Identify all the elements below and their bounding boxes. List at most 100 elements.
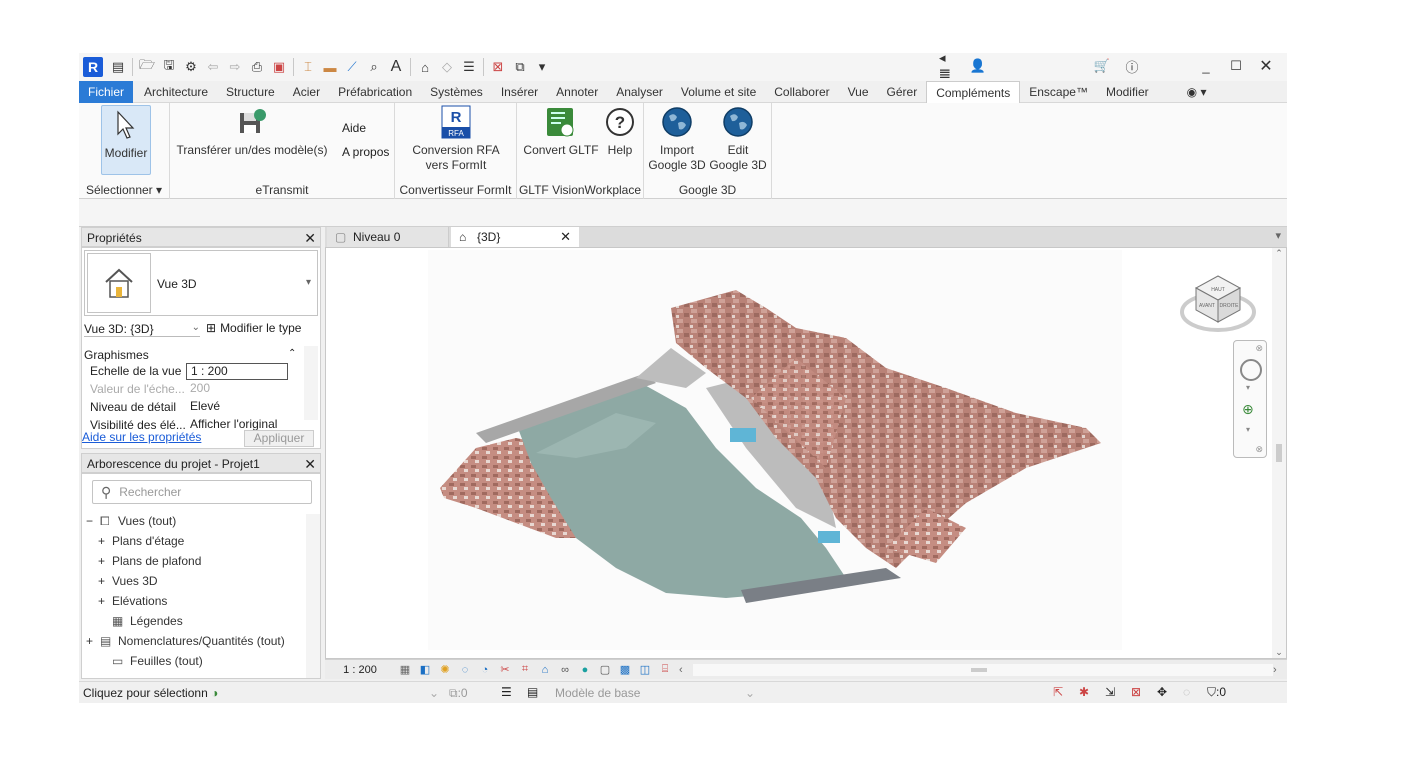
measure-icon[interactable]: ▬: [321, 58, 339, 76]
property-value[interactable]: Elevé: [186, 399, 288, 416]
crop-region-icon[interactable]: ⌗: [517, 663, 533, 677]
minimize-icon[interactable]: _: [1197, 57, 1215, 75]
browser-item[interactable]: + Plans d'étage: [98, 534, 184, 548]
close-tab-icon[interactable]: ✕: [560, 227, 571, 247]
scroll-right-icon[interactable]: ›: [1273, 664, 1287, 676]
ribbon-display-toggle-icon[interactable]: ◉ ▾: [1178, 81, 1216, 103]
visual-style-icon[interactable]: ◧: [417, 663, 433, 677]
filter-icon[interactable]: ⛉:0: [1207, 685, 1226, 700]
close-icon[interactable]: ✕: [1257, 57, 1275, 75]
crop-view-icon[interactable]: ✂: [497, 663, 513, 677]
undo-icon[interactable]: ⇦: [204, 58, 222, 76]
property-value[interactable]: 1 : 200: [186, 363, 288, 380]
view-selector-dropdown[interactable]: Vue 3D: {3D} ⌄: [84, 322, 200, 337]
tab-12[interactable]: Gérer: [878, 81, 927, 103]
tab-14[interactable]: Enscape™: [1020, 81, 1097, 103]
switch-windows-icon[interactable]: ⧉: [511, 58, 529, 76]
tab-10[interactable]: Collaborer: [765, 81, 838, 103]
model-icon[interactable]: ▤: [527, 685, 538, 699]
tab-7[interactable]: Annoter: [547, 81, 607, 103]
browser-item[interactable]: ▦ Légendes: [98, 614, 183, 628]
lock-view-icon[interactable]: ⌂: [537, 663, 553, 677]
expand-icon[interactable]: +: [86, 634, 100, 648]
tab-menu-icon[interactable]: ▾: [1275, 229, 1281, 242]
print-icon[interactable]: ⎙: [248, 58, 266, 76]
temp-hide-icon[interactable]: ∞: [557, 663, 573, 677]
render-icon[interactable]: ◔: [477, 663, 493, 677]
user-icon[interactable]: 👤: [969, 57, 987, 75]
expand-icon[interactable]: +: [98, 594, 112, 608]
view-vertical-scrollbar[interactable]: ⌃ ⌄: [1272, 248, 1286, 658]
chevron-down-icon[interactable]: ▾: [1246, 383, 1250, 392]
tab-8[interactable]: Analyser: [607, 81, 672, 103]
collapse-icon[interactable]: −: [86, 514, 100, 528]
file-icon[interactable]: ▤: [109, 58, 127, 76]
chevron-down-icon-2[interactable]: ▾: [1246, 425, 1250, 434]
apply-button[interactable]: Appliquer: [244, 430, 314, 447]
thin-lines-icon[interactable]: ☰: [460, 58, 478, 76]
close-navbar-icon[interactable]: ⊗: [1255, 343, 1263, 354]
close-properties-icon[interactable]: ✕: [304, 228, 316, 248]
convert-gltf-button[interactable]: Convert GLTF: [523, 105, 599, 158]
zoom-icon[interactable]: ⊕: [1242, 401, 1254, 418]
browser-item[interactable]: ▭ Feuilles (tout): [98, 654, 203, 668]
transferer-button[interactable]: Transférer un/des modèle(s): [176, 105, 328, 158]
browser-search-input[interactable]: ⚲ Rechercher: [92, 480, 312, 504]
reveal-hidden-icon[interactable]: ●: [577, 663, 593, 677]
3d-view-icon[interactable]: ⌂: [416, 58, 434, 76]
browser-item[interactable]: + Elévations: [98, 594, 167, 608]
navbar-options-icon[interactable]: ⊗: [1255, 444, 1263, 455]
modifier-button[interactable]: Modifier: [101, 105, 151, 175]
drag-elements-icon[interactable]: ✥: [1157, 685, 1167, 699]
expand-icon[interactable]: +: [98, 554, 112, 568]
panel-title-selectionner[interactable]: Sélectionner ▾: [79, 183, 169, 197]
redo-icon[interactable]: ⇨: [226, 58, 244, 76]
design-options-icon[interactable]: ☰: [501, 685, 512, 699]
import-google-3d-button[interactable]: Import Google 3D: [648, 105, 706, 173]
expand-icon[interactable]: +: [98, 574, 112, 588]
viewcube[interactable]: HAUT AVANT DROITE: [1178, 270, 1258, 336]
open-icon[interactable]: 🗁: [138, 57, 156, 76]
view-scale[interactable]: 1 : 200: [325, 664, 395, 676]
close-hidden-icon[interactable]: ⊠: [489, 58, 507, 76]
tab-4[interactable]: Préfabrication: [329, 81, 421, 103]
group-graphismes[interactable]: Graphismes: [84, 348, 149, 362]
scroll-thumb[interactable]: [1276, 444, 1282, 462]
browser-item[interactable]: + Plans de plafond: [98, 554, 201, 568]
revit-logo-button[interactable]: R: [83, 57, 103, 77]
section-icon[interactable]: ◇: [438, 58, 456, 76]
help-button[interactable]: ? Help: [602, 105, 638, 158]
sync-icon[interactable]: ⚙: [182, 58, 200, 76]
dimension-icon[interactable]: ⟋: [343, 58, 361, 76]
tab-15[interactable]: Modifier: [1097, 81, 1158, 103]
temp-properties-icon[interactable]: ▢: [597, 663, 613, 677]
background-process-icon[interactable]: ◌: [1183, 685, 1190, 699]
customize-qat-icon[interactable]: ▾: [533, 58, 551, 76]
cart-icon[interactable]: 🛒: [1093, 57, 1111, 75]
export-icon[interactable]: ▣: [270, 58, 288, 76]
scroll-down-icon[interactable]: ⌄: [1272, 647, 1286, 658]
steering-wheel-icon[interactable]: [1240, 359, 1262, 381]
maximize-icon[interactable]: ☐: [1227, 57, 1245, 75]
main-model-select[interactable]: Modèle de base: [555, 686, 640, 700]
expand-icon[interactable]: +: [98, 534, 112, 548]
aide-button[interactable]: Aide: [342, 121, 366, 135]
scroll-up-icon[interactable]: ⌃: [1272, 248, 1286, 259]
model-dropdown-icon[interactable]: ⌄: [745, 686, 755, 700]
3d-viewport[interactable]: HAUT AVANT DROITE ⊗ ▾ ⊕ ▾ ⊗ ⌃ ⌄: [325, 247, 1287, 659]
select-pinned-icon[interactable]: ✱: [1079, 685, 1089, 699]
hscroll-thumb[interactable]: [971, 667, 988, 672]
collapse-icon[interactable]: ⌃: [288, 348, 296, 359]
type-selector[interactable]: Vue 3D ▾: [84, 250, 318, 316]
scroll-left-icon[interactable]: ‹: [679, 664, 693, 676]
properties-help-link[interactable]: Aide sur les propriétés: [82, 430, 201, 444]
select-face-icon[interactable]: ⊠: [1131, 685, 1141, 699]
view-horizontal-scrollbar[interactable]: [693, 663, 1273, 676]
properties-scrollbar[interactable]: [304, 346, 318, 420]
tab-5[interactable]: Systèmes: [421, 81, 492, 103]
align-icon[interactable]: ⌶: [299, 58, 317, 76]
tab-9[interactable]: Volume et site: [672, 81, 765, 103]
close-browser-icon[interactable]: ✕: [304, 454, 316, 474]
tab-0[interactable]: Fichier: [79, 80, 134, 103]
tab-6[interactable]: Insérer: [492, 81, 547, 103]
